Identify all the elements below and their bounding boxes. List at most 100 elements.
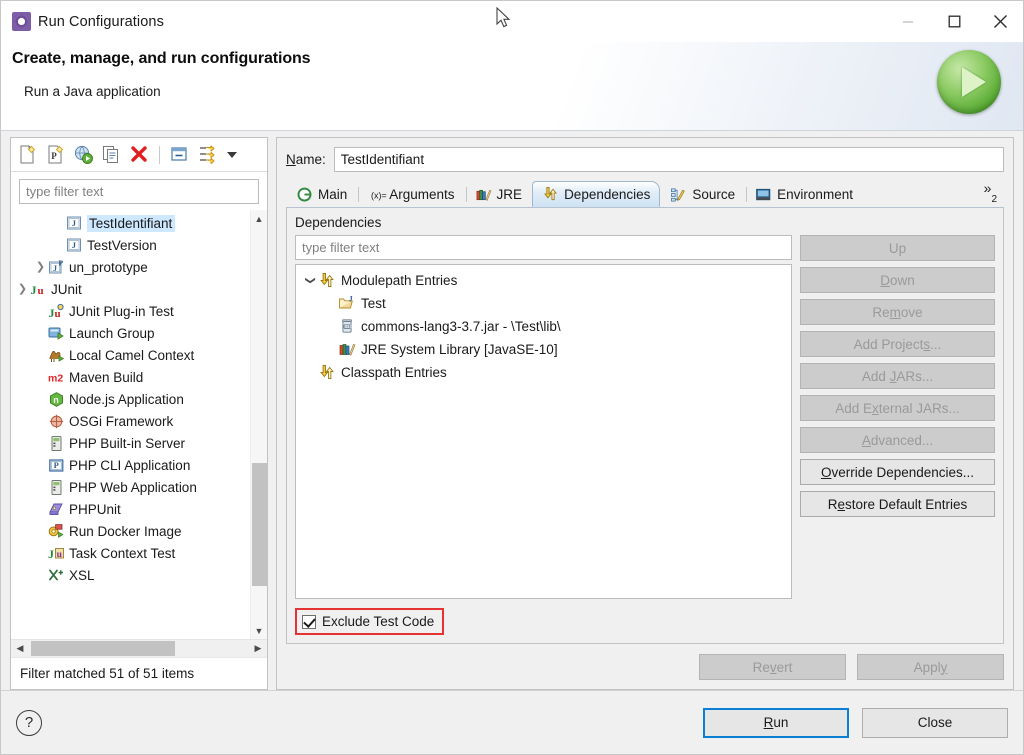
svg-text:P: P <box>59 259 64 268</box>
launch-config-tree-item[interactable]: Ju JUnit Plug-in Test <box>11 300 250 322</box>
scroll-right-arrow-icon[interactable]: ▶ <box>249 643 267 654</box>
tree-expand-arrow-icon[interactable]: ❯ <box>15 283 30 295</box>
revert-button[interactable]: Re v ert <box>699 654 846 680</box>
button-label: Add External JARs... <box>835 400 960 416</box>
dependency-tree-item[interactable]: JRE System Library [JavaSE-10] <box>300 338 791 361</box>
launch-config-tree-item[interactable]: n Node.js Application <box>11 388 250 410</box>
tab-dependencies[interactable]: Dependencies <box>532 181 661 207</box>
run-button[interactable]: Run <box>703 707 849 738</box>
export-launch-configuration-icon[interactable] <box>73 144 94 165</box>
name-label: Name: <box>286 152 326 167</box>
revert-label-a: Re <box>752 659 770 675</box>
configuration-tabs[interactable]: Main (x)= Arguments JRE Dependencies Source En… <box>286 181 1004 208</box>
override-dependencies-button[interactable]: Override Dependencies... <box>800 459 995 485</box>
scroll-left-arrow-icon[interactable]: ◀ <box>11 643 29 654</box>
launch-config-tree-item[interactable]: P PHP CLI Application <box>11 454 250 476</box>
dependency-tree-item[interactable]: J Test <box>300 292 791 315</box>
new-prototype-icon[interactable]: P <box>45 144 66 165</box>
run-configurations-dialog: Run Configurations Create, manage, and r… <box>0 0 1024 755</box>
dependencies-tree[interactable]: ❯ Modulepath Entries J Test 010 commons-lang3… <box>295 264 792 599</box>
new-launch-configuration-icon[interactable] <box>17 144 38 165</box>
junit-icon: Ju <box>30 281 47 298</box>
launch-config-tree-item[interactable]: Ju Task Context Test <box>11 542 250 564</box>
launch-config-tree-item[interactable]: Local Camel Context <box>11 344 250 366</box>
dependencies-filter-input[interactable]: type filter text <box>295 235 792 260</box>
launch-config-tree-item[interactable]: PHP Built-in Server <box>11 432 250 454</box>
tree-expand-arrow-icon[interactable]: ❯ <box>33 261 48 273</box>
vertical-scrollbar-thumb[interactable] <box>252 463 267 586</box>
tab-source[interactable]: Source <box>660 181 745 207</box>
minimize-button[interactable] <box>885 1 931 42</box>
maximize-button[interactable] <box>931 1 977 42</box>
launch-config-tree-item[interactable]: Run Docker Image <box>11 520 250 542</box>
launch-config-item-label: un_prototype <box>69 259 148 275</box>
tree-collapse-arrow-icon[interactable]: ❯ <box>305 273 316 289</box>
source-tab-icon <box>670 187 687 203</box>
duplicate-icon[interactable] <box>101 144 122 165</box>
help-button[interactable]: ? <box>16 709 42 736</box>
java-project-folder-icon: J <box>338 294 356 312</box>
launch-config-tree-item[interactable]: ❯ J Pun_prototype <box>11 256 250 278</box>
osgi-icon <box>48 413 65 430</box>
tab-environment[interactable]: Environment <box>745 181 863 207</box>
footer-buttons: Run Close <box>703 707 1008 738</box>
horizontal-scrollbar-thumb[interactable] <box>31 641 175 656</box>
launch-config-tree-item[interactable]: XSL <box>11 564 250 586</box>
tab-arguments[interactable]: (x)= Arguments <box>357 181 464 207</box>
launch-config-tree-item[interactable]: J TestIdentifiant <box>11 212 250 234</box>
launch-config-tree-item[interactable]: J TestVersion <box>11 234 250 256</box>
scroll-down-arrow-icon[interactable]: ▼ <box>251 622 268 639</box>
tab-main[interactable]: Main <box>286 181 357 207</box>
delete-icon[interactable] <box>129 144 150 165</box>
button-label: Add Projects... <box>853 336 942 352</box>
tree-vertical-scrollbar[interactable]: ▲ ▼ <box>250 210 267 639</box>
exclude-test-code-checkbox[interactable] <box>302 614 316 629</box>
tab-overflow-button[interactable]: » 2 <box>977 181 1004 207</box>
advanced-button[interactable]: Advanced... <box>800 427 995 453</box>
name-input[interactable]: TestIdentifiant <box>333 147 1004 172</box>
launch-config-item-label: Run Docker Image <box>69 523 182 539</box>
filter-placeholder-text: type filter text <box>26 184 104 199</box>
tab-label: Source <box>692 187 736 202</box>
close-button[interactable] <box>977 1 1023 42</box>
launch-config-filter-input[interactable]: type filter text <box>19 179 259 204</box>
up-button[interactable]: Up <box>800 235 995 261</box>
filter-icon[interactable] <box>197 144 218 165</box>
apply-mnemonic: y <box>940 659 948 675</box>
launch-config-tree-item[interactable]: m2 Maven Build <box>11 366 250 388</box>
remove-button[interactable]: Remove <box>800 299 995 325</box>
dependency-tree-item[interactable]: ❯ Modulepath Entries <box>300 269 791 292</box>
launch-config-tree-item[interactable]: PHP Web Application <box>11 476 250 498</box>
add-projects-button[interactable]: Add Projects... <box>800 331 995 357</box>
restore-default-entries-button[interactable]: Restore Default Entries <box>800 491 995 517</box>
name-label-rest: ame: <box>295 152 326 167</box>
launch-config-tree-wrapper: J TestIdentifiant J TestVersion ❯ J Pun_protot… <box>11 210 267 639</box>
view-menu-caret-icon[interactable] <box>227 151 237 158</box>
svg-text:J: J <box>72 218 77 228</box>
launch-config-tree-item[interactable]: PHPUnit <box>11 498 250 520</box>
scroll-up-arrow-icon[interactable]: ▲ <box>251 210 268 227</box>
dependencies-tree-column: type filter text ❯ Modulepath Entries J Tes… <box>295 235 792 599</box>
collapse-all-icon[interactable] <box>169 144 190 165</box>
dependency-tree-item[interactable]: Classpath Entries <box>300 361 791 384</box>
add-external-jars-button[interactable]: Add External JARs... <box>800 395 995 421</box>
close-dialog-button[interactable]: Close <box>862 707 1008 738</box>
tab-jre[interactable]: JRE <box>465 181 533 207</box>
apply-button[interactable]: Appl y <box>857 654 1004 680</box>
exclude-test-code-row: Exclude Test Code <box>295 608 995 635</box>
dependency-tree-item[interactable]: 010 commons-lang3-3.7.jar - \Test\lib\ <box>300 315 791 338</box>
launch-config-tree-item[interactable]: Launch Group <box>11 322 250 344</box>
launch-config-tree-item[interactable]: OSGi Framework <box>11 410 250 432</box>
svg-text:J: J <box>31 283 37 297</box>
svg-text:P: P <box>54 460 59 470</box>
tree-horizontal-scrollbar[interactable]: ◀ ▶ <box>11 639 267 657</box>
apply-label-a: Appl <box>913 659 941 675</box>
add-jars-button[interactable]: Add JARs... <box>800 363 995 389</box>
down-button[interactable]: Down <box>800 267 995 293</box>
svg-text:u: u <box>57 550 63 560</box>
svg-text:P: P <box>51 151 57 161</box>
launch-config-tree[interactable]: J TestIdentifiant J TestVersion ❯ J Pun_protot… <box>11 210 250 639</box>
launch-config-tree-item[interactable]: ❯ Ju JUnit <box>11 278 250 300</box>
launch-config-item-label: PHP Web Application <box>69 479 197 495</box>
task-context-icon: Ju <box>48 545 65 562</box>
